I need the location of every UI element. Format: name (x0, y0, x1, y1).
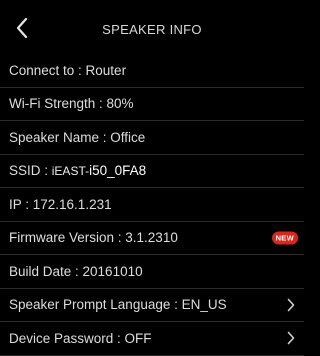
chevron-left-icon (16, 17, 28, 39)
connect-to-text: Connect to : Router (9, 62, 127, 78)
device-password-row[interactable]: Device Password : OFF (0, 322, 304, 356)
ip-text: IP : 172.16.1.231 (9, 196, 112, 212)
firmware-version-row[interactable]: Firmware Version : 3.1.2310 NEW (0, 222, 304, 255)
build-date-text: Build Date : 20161010 (9, 263, 143, 279)
page-title: SPEAKER INFO (102, 21, 202, 37)
chevron-right-icon (286, 330, 296, 346)
speaker-prompt-language-row[interactable]: Speaker Prompt Language : EN_US (0, 289, 304, 322)
device-password-text: Device Password : OFF (9, 330, 152, 346)
ssid-prefix: iEAST- (51, 163, 90, 178)
build-date-row: Build Date : 20161010 (0, 255, 304, 289)
ssid-row: SSID : iEAST- i50_0FA8 (0, 155, 304, 188)
back-button[interactable] (10, 14, 34, 42)
wifi-strength-text: Wi-Fi Strength : 80% (9, 96, 134, 112)
new-badge: NEW (271, 231, 298, 245)
speaker-info-list: Connect to : Router Wi-Fi Strength : 80%… (0, 54, 304, 356)
wifi-strength-row: Wi-Fi Strength : 80% (0, 88, 304, 121)
ssid-value: i50_0FA8 (89, 163, 147, 179)
speaker-name-text: Speaker Name : Office (9, 129, 146, 145)
header-bar: SPEAKER INFO (0, 0, 304, 54)
speaker-prompt-language-text: Speaker Prompt Language : EN_US (9, 297, 227, 313)
connect-to-row: Connect to : Router (0, 54, 304, 88)
ssid-label: SSID : (9, 163, 52, 179)
chevron-right-icon (286, 297, 296, 313)
firmware-version-text: Firmware Version : 3.1.2310 (9, 230, 178, 246)
ip-row: IP : 172.16.1.231 (0, 188, 304, 222)
speaker-name-row[interactable]: Speaker Name : Office (0, 121, 304, 155)
